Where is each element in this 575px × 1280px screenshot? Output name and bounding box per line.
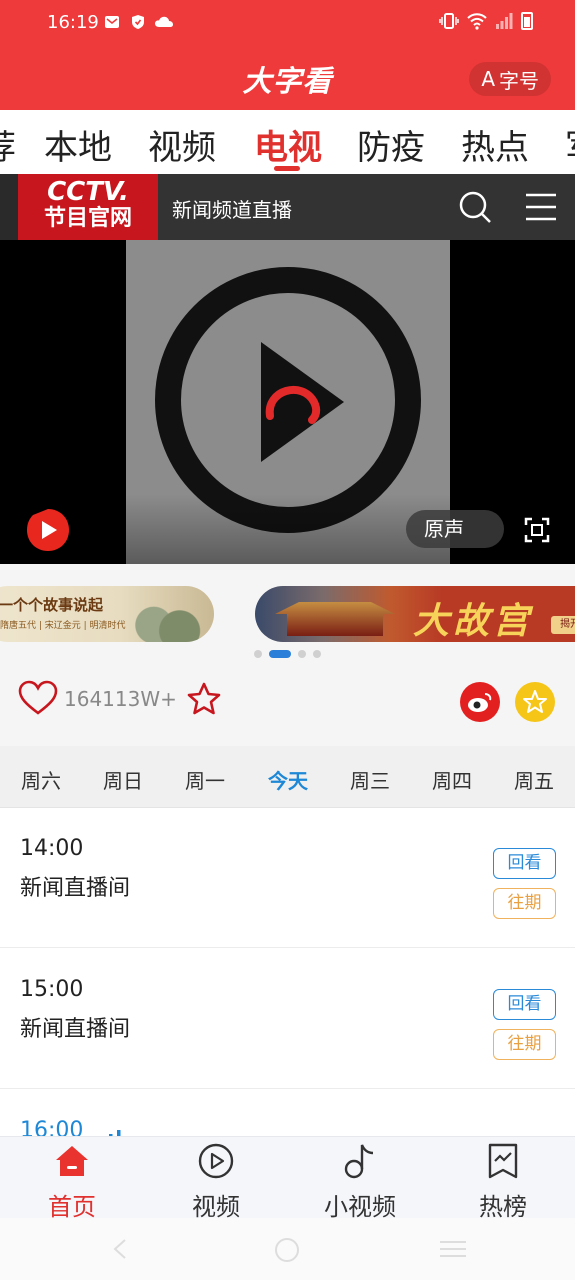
program-time: 15:00 <box>20 977 84 1002</box>
day-tab-today[interactable]: 今天 <box>258 765 318 794</box>
cctv-logo[interactable]: CCTV. 节目官网 <box>18 174 158 240</box>
day-tab-thursday[interactable]: 周四 <box>422 765 482 794</box>
app-play-logo-icon <box>27 509 69 551</box>
like-count: 164113W+ <box>64 687 177 711</box>
carousel-dot[interactable] <box>254 650 262 658</box>
day-tab-wednesday[interactable]: 周三 <box>340 765 400 794</box>
music-note-icon <box>344 1144 374 1179</box>
home-circle-icon[interactable] <box>275 1238 299 1262</box>
home-icon <box>56 1146 88 1176</box>
actions-row: 164113W+ <box>0 664 575 746</box>
nav-label: 小视频 <box>324 1193 396 1221</box>
message-icon <box>105 16 119 28</box>
fullscreen-icon[interactable] <box>524 517 550 543</box>
day-tab-sunday[interactable]: 周日 <box>93 765 153 794</box>
banner-forbidden-city-tag: 揭开 <box>551 616 575 634</box>
app-screen: 16:19 大字看 A 字号 荐 本地 视频 电视 防疫 热点 军 CCTV. <box>0 0 575 1280</box>
banner-forbidden-city[interactable]: 大故宫 揭开 <box>255 586 575 642</box>
program-row[interactable]: 14:00 新闻直播间 回看 往期 <box>0 808 575 948</box>
vibrate-icon <box>439 13 459 29</box>
past-episodes-button[interactable]: 往期 <box>493 888 556 919</box>
active-tab-indicator <box>274 166 300 171</box>
weibo-share-button[interactable] <box>460 682 500 722</box>
back-icon[interactable] <box>110 1238 132 1260</box>
replay-button[interactable]: 回看 <box>493 848 556 879</box>
tab-local[interactable]: 本地 <box>44 120 112 169</box>
live-bars-icon <box>109 1130 121 1136</box>
program-time: 14:00 <box>20 836 84 861</box>
play-circle-icon <box>198 1143 234 1179</box>
tab-epidemic[interactable]: 防疫 <box>357 120 425 169</box>
carousel-dot[interactable] <box>298 650 306 658</box>
nav-label: 热榜 <box>479 1193 527 1221</box>
program-row[interactable]: 15:00 新闻直播间 回看 往期 <box>0 949 575 1089</box>
nav-short-video[interactable]: 小视频 <box>305 1141 415 1222</box>
signal-icon <box>496 13 513 29</box>
status-indicators <box>439 12 533 30</box>
carousel-dot-active[interactable] <box>269 650 291 658</box>
menu-icon[interactable] <box>524 192 558 222</box>
star-badge-icon <box>523 690 547 713</box>
video-player[interactable]: 原声 <box>0 240 575 564</box>
banner-history-art <box>128 586 214 642</box>
cctv-logo-subtext: 节目官网 <box>43 206 132 231</box>
bottom-nav: 首页 视频 小视频 热榜 <box>0 1136 575 1221</box>
program-title: 新闻直播间 <box>20 1017 131 1042</box>
nav-label: 视频 <box>192 1193 240 1221</box>
search-icon[interactable] <box>458 190 492 224</box>
palace-image <box>275 602 395 636</box>
weibo-icon <box>468 693 492 712</box>
original-audio-button[interactable]: 原声 <box>406 510 504 548</box>
banner-history-title: 一个个故事说起 <box>0 596 104 614</box>
play-icon[interactable] <box>126 240 450 564</box>
program-time: 16:00 <box>20 1118 84 1136</box>
day-tab-friday[interactable]: 周五 <box>504 765 564 794</box>
app-header: 大字看 A 字号 <box>0 48 575 110</box>
day-tab-saturday[interactable]: 周六 <box>11 765 71 794</box>
program-row-live[interactable]: 16:00 <box>0 1090 575 1136</box>
replay-button[interactable]: 回看 <box>493 989 556 1020</box>
past-episodes-button[interactable]: 往期 <box>493 1029 556 1060</box>
cloud-icon <box>155 16 173 27</box>
font-size-label: 字号 <box>499 68 539 93</box>
cctv-bar-edge <box>0 174 18 240</box>
day-tab-monday[interactable]: 周一 <box>175 765 235 794</box>
trending-icon <box>488 1143 518 1179</box>
recents-icon[interactable] <box>440 1240 466 1258</box>
font-size-button[interactable]: A 字号 <box>469 62 551 96</box>
banner-history-subtitle: 隋唐五代 | 宋辽金元 | 明清时代 <box>0 621 126 631</box>
wifi-icon <box>467 13 487 30</box>
video-frame <box>126 240 450 564</box>
tab-hot[interactable]: 热点 <box>461 120 529 169</box>
shield-icon <box>132 15 144 29</box>
channel-title: 新闻频道直播 <box>172 198 292 222</box>
banner-history[interactable]: 一个个故事说起 隋唐五代 | 宋辽金元 | 明清时代 <box>0 586 214 642</box>
cctv-bar: CCTV. 节目官网 新闻频道直播 <box>0 174 575 240</box>
status-time: 16:19 <box>47 12 99 33</box>
nav-label: 首页 <box>48 1193 96 1221</box>
carousel-dots <box>0 650 575 658</box>
banner-forbidden-city-title: 大故宫 <box>413 601 534 642</box>
system-nav-bar <box>0 1218 575 1280</box>
tab-recommend[interactable]: 荐 <box>0 120 16 169</box>
carousel-dot[interactable] <box>313 650 321 658</box>
favorite-button[interactable] <box>515 682 555 722</box>
tab-video[interactable]: 视频 <box>148 120 216 169</box>
program-title: 新闻直播间 <box>20 876 131 901</box>
day-tabs: 周六 周日 周一 今天 周三 周四 周五 <box>0 746 575 808</box>
font-size-icon: A <box>481 67 495 91</box>
nav-video[interactable]: 视频 <box>161 1141 271 1222</box>
nav-trending[interactable]: 热榜 <box>448 1141 558 1222</box>
heart-icon[interactable] <box>18 680 58 716</box>
status-bar: 16:19 <box>0 0 575 48</box>
battery-icon <box>521 12 533 30</box>
tab-tv[interactable]: 电视 <box>254 120 322 169</box>
banner-carousel: 一个个故事说起 隋唐五代 | 宋辽金元 | 明清时代 大故宫 揭开 <box>0 564 575 664</box>
program-schedule: 14:00 新闻直播间 回看 往期 15:00 新闻直播间 回看 往期 16:0… <box>0 808 575 1136</box>
nav-home[interactable]: 首页 <box>17 1141 127 1222</box>
category-tabs: 荐 本地 视频 电视 防疫 热点 军 <box>0 110 575 174</box>
tab-military[interactable]: 军 <box>565 120 575 169</box>
star-outline-icon[interactable] <box>186 681 222 717</box>
cctv-logo-text: CCTV. <box>47 177 129 207</box>
